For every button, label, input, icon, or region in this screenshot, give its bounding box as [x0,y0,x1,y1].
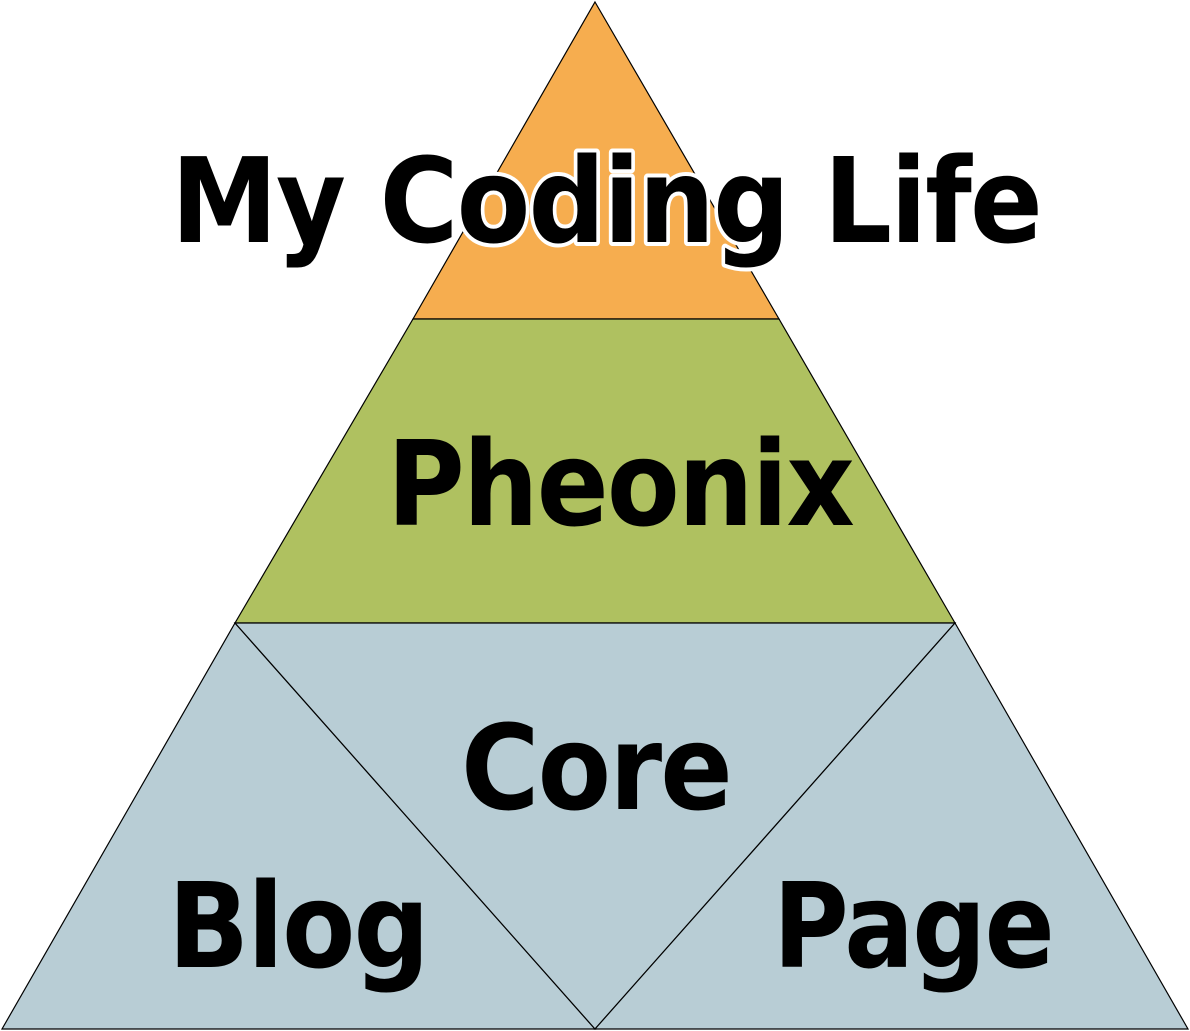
core-label: Core [461,699,731,837]
diagram-title: My Coding Life [171,132,1041,270]
pheonix-label: Pheonix [387,415,854,553]
pyramid-svg: My Coding Life Pheonix Core Blog Page [0,0,1190,1030]
page-label: Page [773,857,1053,995]
pyramid-diagram: My Coding Life Pheonix Core Blog Page [0,0,1190,1031]
blog-label: Blog [168,857,428,995]
